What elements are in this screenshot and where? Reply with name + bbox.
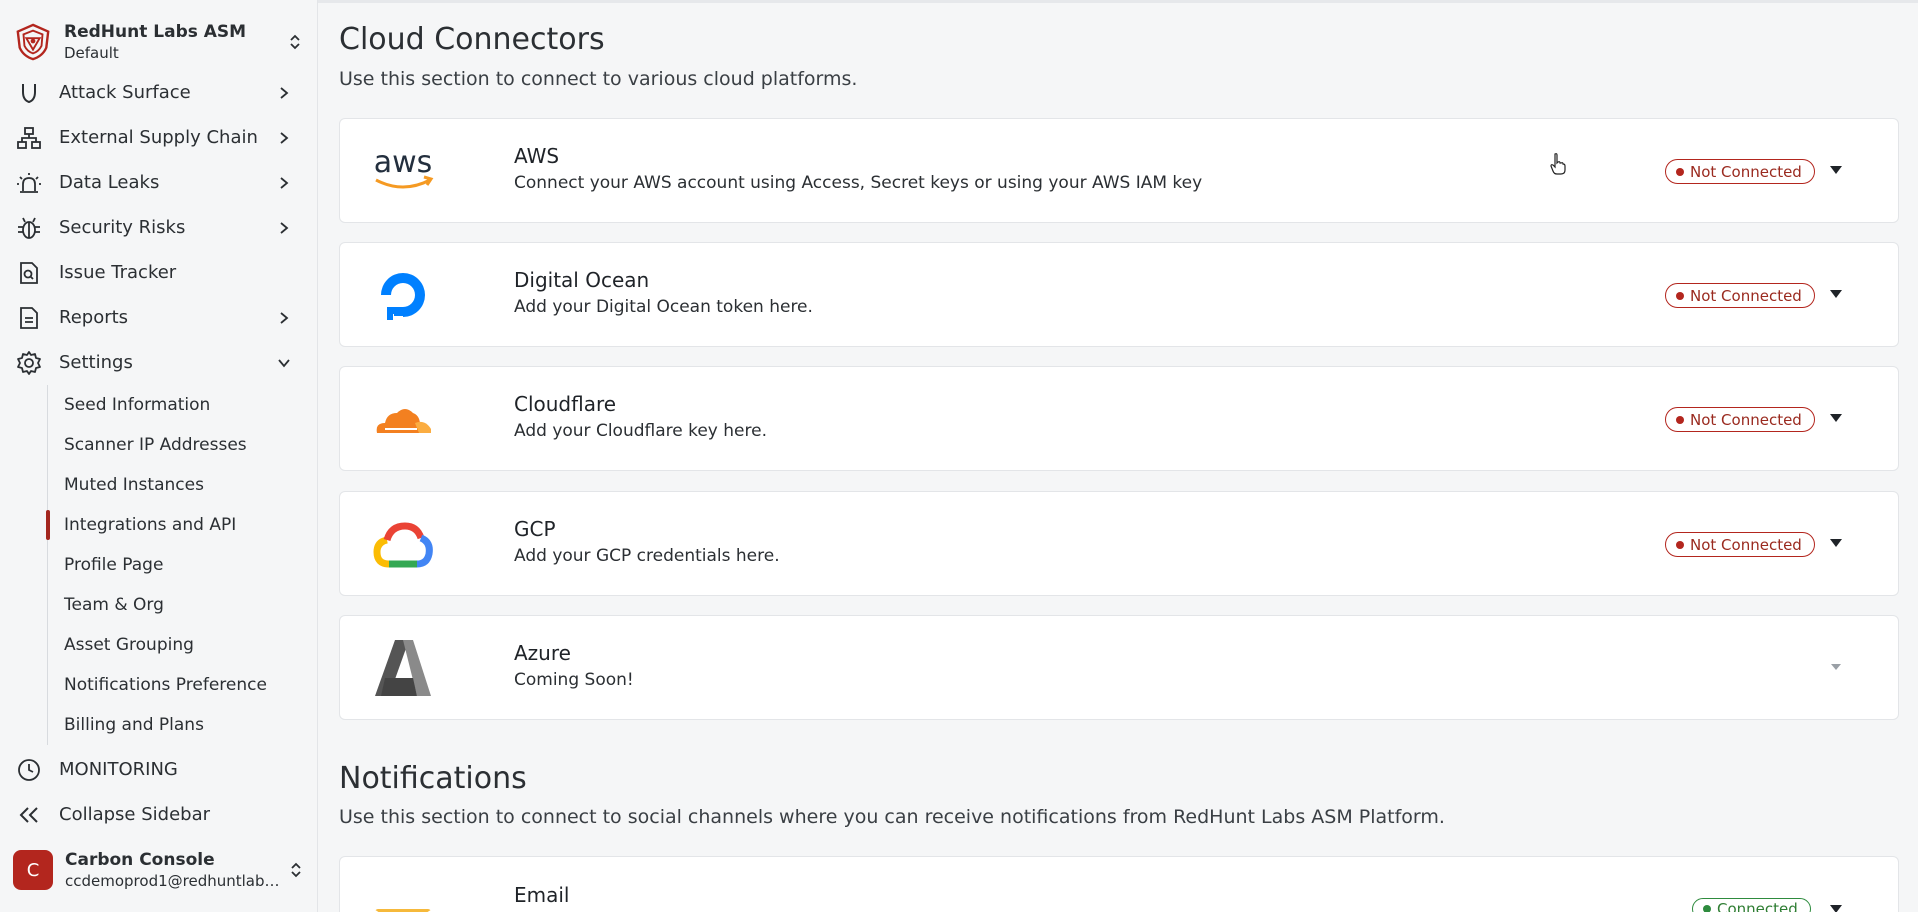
sidebar: RedHunt Labs ASM Default Attack Surface … (0, 0, 318, 912)
gcp-logo (370, 512, 436, 576)
nav-label: Data Leaks (59, 172, 160, 193)
status-badge: Connected (1692, 898, 1811, 912)
sidebar-item-profile-page[interactable]: Profile Page (0, 545, 318, 585)
connector-card-gcp[interactable]: GCP Add your GCP credentials here. Not C… (339, 491, 1899, 596)
nav-data-leaks[interactable]: Data Leaks (0, 160, 318, 205)
double-chevron-left-icon (15, 801, 43, 829)
cloudflare-logo (370, 387, 436, 451)
chevron-right-icon (274, 128, 294, 148)
status-badge: Not Connected (1665, 283, 1815, 308)
azure-logo (370, 636, 436, 700)
connector-card-digital-ocean[interactable]: Digital Ocean Add your Digital Ocean tok… (339, 242, 1899, 347)
caret-down-icon[interactable] (1828, 903, 1844, 912)
cloud-connectors-description: Use this section to connect to various c… (339, 68, 858, 90)
nav-issue-tracker[interactable]: Issue Tracker (0, 250, 318, 295)
sidebar-item-muted-instances[interactable]: Muted Instances (0, 465, 318, 505)
notification-card-email[interactable]: Email Connected (339, 856, 1899, 912)
connector-description: Connect your AWS account using Access, S… (514, 173, 1203, 193)
redhunt-logo-icon (16, 23, 50, 61)
connector-card-azure: Azure Coming Soon! (339, 615, 1899, 720)
sidebar-item-asset-grouping[interactable]: Asset Grouping (0, 625, 318, 665)
nav-external-supply-chain[interactable]: External Supply Chain (0, 115, 318, 160)
caret-down-icon[interactable] (1828, 164, 1844, 176)
notifications-description: Use this section to connect to social ch… (339, 806, 1445, 828)
connector-name: AWS (514, 144, 560, 168)
org-name: RedHunt Labs ASM (64, 22, 247, 42)
connector-name: Cloudflare (514, 392, 617, 416)
bug-icon (15, 214, 43, 242)
connector-description: Add your GCP credentials here. (514, 546, 780, 566)
nav-label: Collapse Sidebar (59, 804, 210, 825)
nav-settings[interactable]: Settings (0, 340, 318, 385)
sidebar-item-billing-and-plans[interactable]: Billing and Plans (0, 705, 318, 745)
connector-description: Add your Digital Ocean token here. (514, 297, 813, 317)
file-search-icon (15, 259, 43, 287)
sidebar-item-notifications-preference[interactable]: Notifications Preference (0, 665, 318, 705)
nav-label: MONITORING (59, 759, 178, 780)
nav-label: Security Risks (59, 217, 186, 238)
chevron-right-icon (274, 83, 294, 103)
nav-label: Settings (59, 352, 133, 373)
chevron-right-icon (274, 173, 294, 193)
email-icon (370, 877, 436, 912)
org-workspace: Default (64, 44, 119, 62)
chevron-right-icon (274, 218, 294, 238)
caret-down-icon[interactable] (1828, 288, 1844, 300)
sidebar-item-team-org[interactable]: Team & Org (0, 585, 318, 625)
avatar: C (13, 850, 53, 890)
nav-reports[interactable]: Reports (0, 295, 318, 340)
caret-down-icon[interactable] (1828, 412, 1844, 424)
org-switcher[interactable]: RedHunt Labs ASM Default (14, 20, 304, 64)
cloud-connectors-title: Cloud Connectors (339, 22, 605, 57)
collapse-sidebar-button[interactable]: Collapse Sidebar (0, 792, 318, 837)
nav-label: Issue Tracker (59, 262, 177, 283)
caret-down-icon (1831, 664, 1841, 670)
nav-label: Attack Surface (59, 82, 191, 103)
gear-icon (15, 349, 43, 377)
chevron-up-down-icon (286, 31, 304, 53)
connector-name: Azure (514, 641, 571, 665)
connector-card-cloudflare[interactable]: Cloudflare Add your Cloudflare key here.… (339, 366, 1899, 471)
nav-attack-surface[interactable]: Attack Surface (0, 70, 318, 115)
chevron-up-down-icon (287, 859, 305, 881)
clock-icon (15, 756, 43, 784)
chevron-down-icon (274, 353, 294, 373)
nav-monitoring[interactable]: MONITORING (0, 747, 318, 792)
status-badge: Not Connected (1665, 532, 1815, 557)
settings-submenu: Seed Information Scanner IP Addresses Mu… (0, 385, 318, 745)
main-nav: Attack Surface External Supply Chain Dat… (0, 70, 318, 745)
connector-card-aws[interactable]: aws AWS Connect your AWS account using A… (339, 118, 1899, 223)
connector-description: Coming Soon! (514, 670, 634, 690)
status-badge: Not Connected (1665, 407, 1815, 432)
nav-label: External Supply Chain (59, 127, 258, 148)
sidebar-item-integrations-and-api[interactable]: Integrations and API (0, 505, 318, 545)
hierarchy-icon (15, 124, 43, 152)
shield-icon (15, 79, 43, 107)
digital-ocean-logo (370, 263, 436, 327)
user-switcher[interactable]: C Carbon Console ccdemoprod1@redhuntlabs… (13, 848, 305, 892)
caret-down-icon[interactable] (1828, 537, 1844, 549)
user-name: Carbon Console (65, 850, 215, 870)
notification-name: Email (514, 883, 570, 907)
alarm-icon (15, 169, 43, 197)
main-content: Cloud Connectors Use this section to con… (318, 0, 1918, 912)
document-icon (15, 304, 43, 332)
nav-security-risks[interactable]: Security Risks (0, 205, 318, 250)
connector-description: Add your Cloudflare key here. (514, 421, 767, 441)
nav-label: Reports (59, 307, 129, 328)
status-badge: Not Connected (1665, 159, 1815, 184)
notifications-title: Notifications (339, 761, 527, 796)
sidebar-item-scanner-ip-addresses[interactable]: Scanner IP Addresses (0, 425, 318, 465)
hand-pointer-icon (1550, 153, 1566, 175)
aws-logo: aws (370, 139, 436, 203)
user-email: ccdemoprod1@redhuntlabs.com (65, 872, 287, 890)
connector-name: Digital Ocean (514, 268, 650, 292)
aws-logo-text: aws (374, 146, 433, 180)
sidebar-item-seed-information[interactable]: Seed Information (0, 385, 318, 425)
connector-name: GCP (514, 517, 556, 541)
chevron-right-icon (274, 308, 294, 328)
